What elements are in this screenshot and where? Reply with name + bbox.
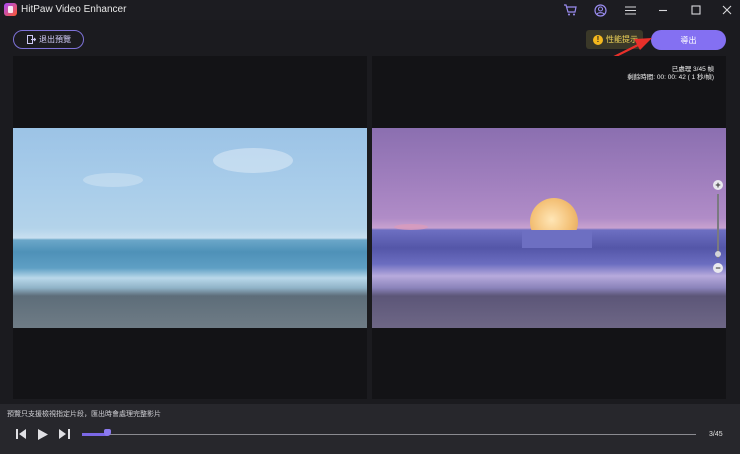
- playback-footer: 預覽只支援檢視指定片段，匯出時會處理完整影片 3/45: [0, 404, 740, 454]
- close-icon[interactable]: [714, 0, 740, 20]
- cloud-shape: [83, 173, 143, 187]
- playhead-handle[interactable]: [104, 429, 111, 436]
- export-button[interactable]: 導出: [651, 30, 726, 50]
- processing-stats: 已處理 3/45 幀 剩餘時間: 00: 00: 42 ( 1 秒/幀): [627, 66, 714, 82]
- enhanced-video-frame: [372, 128, 726, 328]
- previous-frame-icon[interactable]: [15, 428, 27, 440]
- play-icon[interactable]: [37, 428, 49, 440]
- exit-preview-button[interactable]: 退出預覽: [13, 30, 84, 49]
- cloud-shape: [394, 224, 428, 230]
- cloud-shape: [213, 148, 293, 173]
- preview-notice: 預覽只支援檢視指定片段，匯出時會處理完整影片: [7, 411, 161, 418]
- remaining-time-text: 剩餘時間: 00: 00: 42 ( 1 秒/幀): [627, 74, 714, 81]
- timeline-track[interactable]: [82, 434, 696, 435]
- minimize-icon[interactable]: [650, 0, 676, 20]
- zoom-slider-handle[interactable]: [715, 251, 721, 257]
- title-bar: HitPaw Video Enhancer: [0, 0, 740, 20]
- enhanced-preview-pane: 已處理 3/45 幀 剩餘時間: 00: 00: 42 ( 1 秒/幀) + −: [372, 56, 726, 399]
- app-title: HitPaw Video Enhancer: [21, 4, 127, 15]
- cart-icon[interactable]: [557, 0, 583, 20]
- menu-icon[interactable]: [617, 0, 643, 20]
- zoom-slider-track[interactable]: [717, 194, 719, 258]
- zoom-out-icon[interactable]: −: [713, 263, 723, 273]
- account-icon[interactable]: [587, 0, 613, 20]
- horizon-shape: [522, 230, 592, 248]
- processed-frames-text: 已處理 3/45 幀: [671, 66, 714, 73]
- original-preview-pane: [13, 56, 367, 399]
- app-logo: [4, 3, 17, 16]
- exit-icon: [27, 35, 36, 44]
- exit-preview-label: 退出預覽: [39, 35, 71, 44]
- original-video-frame: [13, 128, 367, 328]
- maximize-icon[interactable]: [683, 0, 709, 20]
- zoom-in-icon[interactable]: +: [713, 180, 723, 190]
- next-frame-icon[interactable]: [58, 428, 70, 440]
- frame-counter: 3/45: [709, 431, 723, 438]
